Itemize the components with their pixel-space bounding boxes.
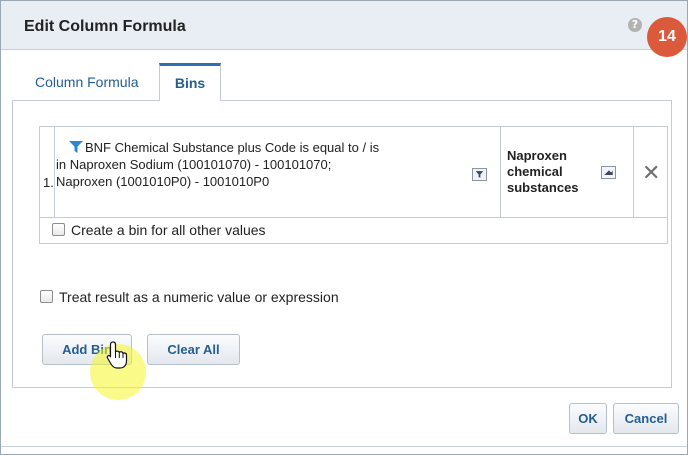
ok-button[interactable]: OK — [569, 403, 607, 434]
column-divider — [500, 127, 501, 217]
bin-name-line: substances — [507, 180, 579, 195]
bins-table: 1. BNF Chemical Substance plus Code is e… — [39, 126, 668, 244]
condition-line: in Naproxen Sodium (100101070) - 1001010… — [56, 157, 332, 172]
other-values-checkbox[interactable] — [52, 223, 65, 236]
edit-name-icon[interactable] — [601, 166, 616, 179]
question-icon[interactable]: ? — [628, 18, 642, 32]
column-divider — [633, 127, 634, 217]
table-row: 1. BNF Chemical Substance plus Code is e… — [40, 127, 667, 218]
numeric-checkbox[interactable] — [40, 290, 53, 303]
bin-name: Naproxen chemical substances — [507, 148, 597, 196]
bin-name-line: Naproxen — [507, 148, 567, 163]
bin-name-line: chemical — [507, 164, 563, 179]
delete-bin-icon[interactable]: ✕ — [642, 163, 660, 185]
bin-index: 1. — [43, 175, 54, 190]
hand-cursor-icon — [106, 341, 128, 369]
condition-line: BNF Chemical Substance plus Code is equa… — [85, 140, 380, 155]
cancel-button[interactable]: Cancel — [613, 403, 679, 434]
step-badge: 14 — [647, 17, 687, 57]
edit-filter-icon[interactable] — [472, 168, 487, 181]
tab-bins[interactable]: Bins — [159, 63, 221, 101]
column-divider — [54, 127, 55, 217]
dialog-bottom-divider — [1, 446, 687, 447]
edit-column-formula-dialog: Edit Column Formula ? 14 Column Formula … — [0, 0, 688, 455]
other-values-label: Create a bin for all other values — [71, 222, 266, 238]
clear-all-button[interactable]: Clear All — [147, 334, 240, 365]
numeric-label: Treat result as a numeric value or expre… — [59, 289, 339, 305]
dialog-title: Edit Column Formula — [24, 18, 186, 35]
numeric-option[interactable]: Treat result as a numeric value or expre… — [40, 289, 339, 305]
other-values-option[interactable]: Create a bin for all other values — [52, 222, 266, 238]
bin-condition: BNF Chemical Substance plus Code is equa… — [56, 139, 456, 190]
dialog-titlebar: Edit Column Formula ? — [1, 1, 687, 50]
condition-line: Naproxen (1001010P0) - 1001010P0 — [56, 174, 270, 189]
tab-column-formula[interactable]: Column Formula — [24, 63, 159, 101]
